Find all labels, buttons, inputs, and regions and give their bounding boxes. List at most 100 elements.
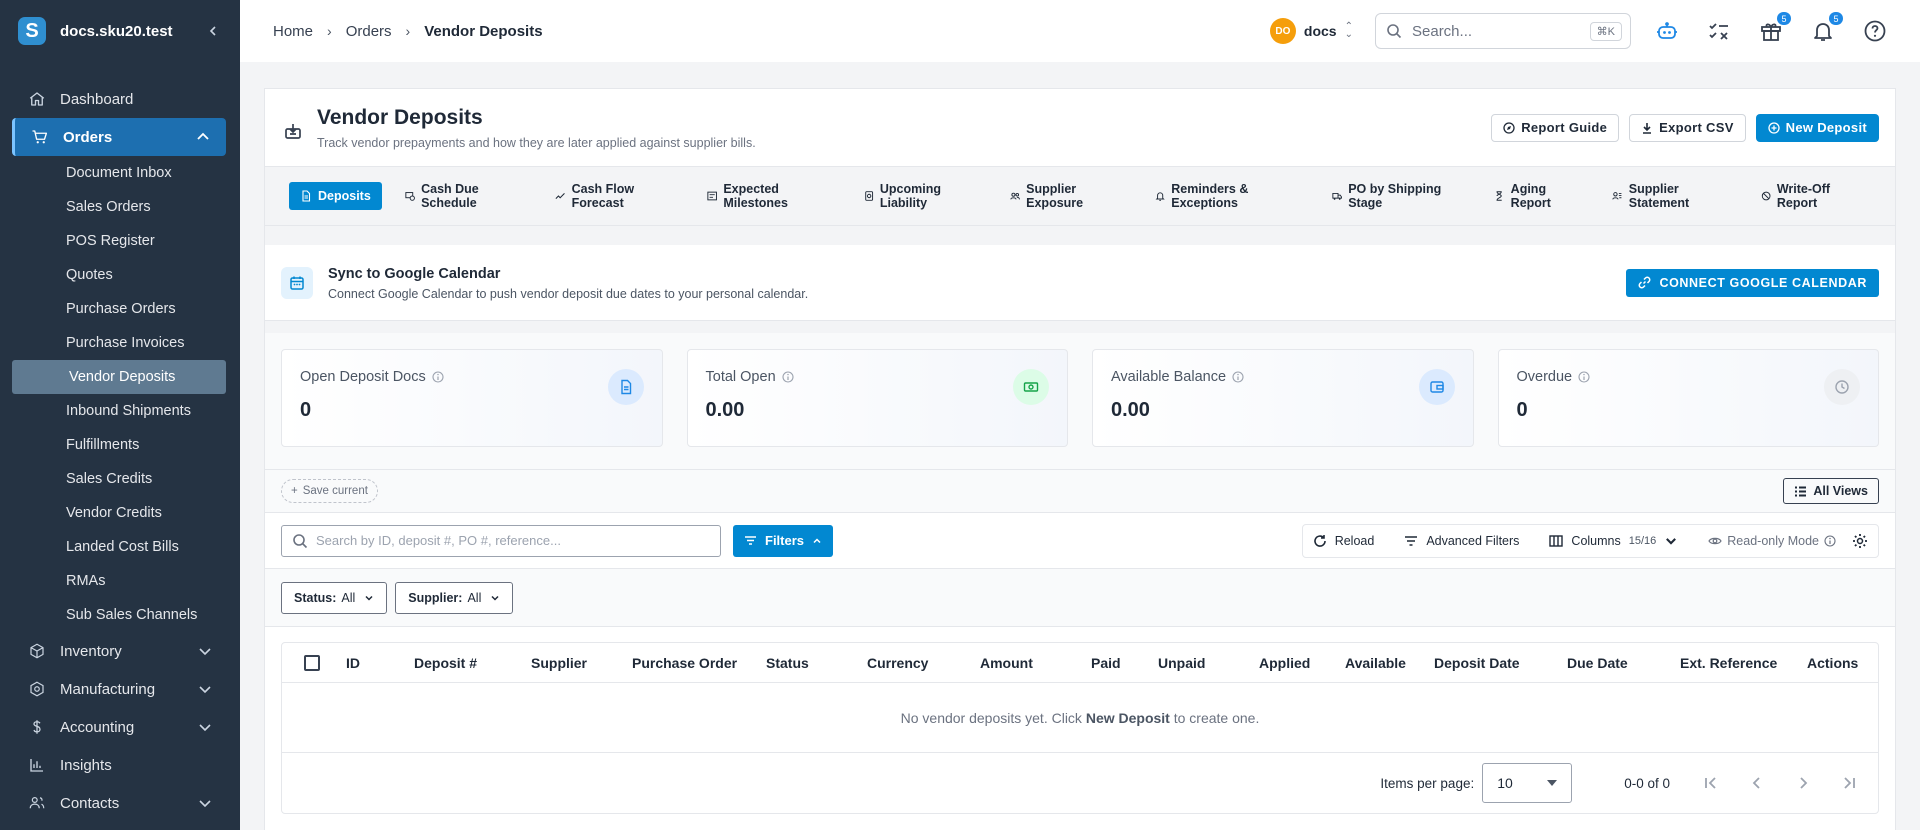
tab-aging-report[interactable]: Aging Report bbox=[1483, 182, 1589, 210]
bell-icon[interactable]: 5 bbox=[1811, 12, 1843, 43]
breadcrumb-home[interactable]: Home bbox=[273, 23, 313, 40]
select-all-checkbox[interactable] bbox=[304, 654, 320, 671]
tab-write-off-report[interactable]: Write-Off Report bbox=[1750, 182, 1871, 210]
empty-new-deposit-link[interactable]: New Deposit bbox=[1086, 710, 1170, 726]
sidebar-item-sales-credits[interactable]: Sales Credits bbox=[0, 462, 240, 496]
tab-supplier-statement[interactable]: Supplier Statement bbox=[1601, 182, 1737, 210]
info-icon[interactable] bbox=[1578, 371, 1590, 383]
col-applied[interactable]: Applied bbox=[1255, 655, 1341, 671]
columns-icon bbox=[1549, 534, 1564, 547]
milestone-list-icon bbox=[707, 191, 717, 201]
connect-google-calendar-button[interactable]: CONNECT GOOGLE CALENDAR bbox=[1626, 268, 1879, 297]
tab-expected-milestones[interactable]: Expected Milestones bbox=[696, 182, 841, 210]
tab-upcoming-liability[interactable]: Upcoming Liability bbox=[853, 182, 987, 210]
info-icon[interactable] bbox=[782, 371, 794, 383]
sidebar-item-document-inbox[interactable]: Document Inbox bbox=[0, 156, 240, 190]
sidebar-item-landed-cost-bills[interactable]: Landed Cost Bills bbox=[0, 530, 240, 564]
col-status[interactable]: Status bbox=[762, 655, 863, 671]
save-current-view-button[interactable]: + Save current bbox=[281, 479, 378, 503]
sidebar-item-sales-orders[interactable]: Sales Orders bbox=[0, 190, 240, 224]
org-switcher[interactable]: DO docs ⌃ ⌄ bbox=[1269, 18, 1353, 44]
read-only-mode-toggle[interactable]: Read-only Mode bbox=[1708, 534, 1836, 548]
filter-icon bbox=[1405, 535, 1418, 546]
col-amount[interactable]: Amount bbox=[976, 655, 1087, 671]
sidebar-item-contacts[interactable]: Contacts bbox=[0, 784, 240, 822]
table-settings-button[interactable] bbox=[1852, 533, 1868, 549]
last-page-icon[interactable] bbox=[1840, 774, 1858, 792]
sidebar-item-quotes[interactable]: Quotes bbox=[0, 258, 240, 292]
col-id[interactable]: ID bbox=[342, 655, 410, 671]
sidebar-item-accounting[interactable]: Accounting bbox=[0, 708, 240, 746]
first-page-icon[interactable] bbox=[1702, 774, 1720, 792]
gift-icon[interactable]: 5 bbox=[1759, 12, 1791, 43]
deposit-search-input[interactable]: Search by ID, deposit #, PO #, reference… bbox=[281, 524, 721, 557]
status-filter[interactable]: Status: All bbox=[281, 581, 388, 614]
info-icon[interactable] bbox=[1824, 534, 1836, 547]
compass-icon bbox=[1503, 121, 1515, 134]
col-supplier[interactable]: Supplier bbox=[527, 655, 628, 671]
truck-icon bbox=[1332, 192, 1342, 200]
report-guide-button[interactable]: Report Guide bbox=[1491, 113, 1620, 142]
sidebar-item-vendor-deposits[interactable]: Vendor Deposits bbox=[12, 360, 226, 394]
sidebar-item-purchase-orders[interactable]: Purchase Orders bbox=[0, 292, 240, 326]
col-unpaid[interactable]: Unpaid bbox=[1154, 655, 1255, 671]
info-icon[interactable] bbox=[432, 371, 444, 383]
col-deposit-number[interactable]: Deposit # bbox=[410, 655, 527, 671]
tab-deposits[interactable]: Deposits bbox=[289, 182, 382, 210]
tab-cash-due-schedule[interactable]: Cash Due Schedule bbox=[394, 182, 533, 210]
sidebar-item-dashboard[interactable]: Dashboard bbox=[0, 80, 240, 118]
filters-button[interactable]: Filters bbox=[733, 524, 834, 557]
col-currency[interactable]: Currency bbox=[863, 655, 976, 671]
sidebar-item-pos-register[interactable]: POS Register bbox=[0, 224, 240, 258]
empty-state: No vendor deposits yet. Click New Deposi… bbox=[282, 683, 1878, 753]
collapse-sidebar-icon[interactable] bbox=[204, 22, 222, 40]
supplier-filter-label: Supplier: bbox=[408, 590, 463, 605]
col-deposit-date[interactable]: Deposit Date bbox=[1430, 655, 1563, 671]
bell-icon bbox=[1155, 192, 1165, 201]
advanced-filters-button[interactable]: Advanced Filters bbox=[1404, 534, 1519, 548]
sidebar-item-insights[interactable]: Insights bbox=[0, 746, 240, 784]
all-views-button[interactable]: All Views bbox=[1783, 478, 1879, 504]
next-page-icon[interactable] bbox=[1794, 774, 1812, 792]
unfold-icon: ⌃ ⌄ bbox=[1344, 21, 1353, 40]
col-available[interactable]: Available bbox=[1341, 655, 1430, 671]
dollar-icon bbox=[33, 720, 41, 734]
col-purchase-order[interactable]: Purchase Order bbox=[628, 655, 762, 671]
tab-po-by-shipping-stage[interactable]: PO by Shipping Stage bbox=[1321, 182, 1472, 210]
sidebar-item-manufacturing[interactable]: Manufacturing bbox=[0, 670, 240, 708]
kpi-label: Open Deposit Docs bbox=[300, 369, 426, 385]
export-csv-button[interactable]: Export CSV bbox=[1629, 113, 1746, 142]
app-logo[interactable]: S bbox=[18, 17, 46, 45]
reload-button[interactable]: Reload bbox=[1313, 534, 1374, 548]
sidebar-item-sub-sales-channels[interactable]: Sub Sales Channels bbox=[0, 598, 240, 632]
breadcrumb-orders[interactable]: Orders bbox=[346, 23, 392, 40]
tab-cash-flow-forecast[interactable]: Cash Flow Forecast bbox=[544, 182, 684, 210]
supplier-filter[interactable]: Supplier: All bbox=[395, 581, 514, 614]
columns-button[interactable]: Columns 15/16 bbox=[1549, 534, 1678, 548]
items-per-page-select[interactable]: 10 bbox=[1482, 763, 1573, 803]
checklist-icon[interactable] bbox=[1707, 19, 1731, 43]
help-icon[interactable] bbox=[1863, 19, 1887, 43]
sidebar-item-label: Accounting bbox=[60, 718, 135, 736]
spacer bbox=[265, 226, 1895, 245]
global-search-input[interactable]: Search... ⌘K bbox=[1375, 13, 1631, 49]
sidebar-item-inbound-shipments[interactable]: Inbound Shipments bbox=[0, 394, 240, 428]
col-ext-reference[interactable]: Ext. Reference bbox=[1676, 655, 1803, 671]
previous-page-icon[interactable] bbox=[1748, 774, 1766, 792]
tab-supplier-exposure[interactable]: Supplier Exposure bbox=[999, 182, 1132, 210]
cash-icon bbox=[1013, 369, 1049, 405]
tab-reminders-exceptions[interactable]: Reminders & Exceptions bbox=[1144, 182, 1309, 210]
sidebar-item-purchase-invoices[interactable]: Purchase Invoices bbox=[0, 326, 240, 360]
sidebar-item-fulfillments[interactable]: Fulfillments bbox=[0, 428, 240, 462]
sidebar-item-rmas[interactable]: RMAs bbox=[0, 564, 240, 598]
robot-icon[interactable] bbox=[1655, 19, 1679, 43]
sidebar-item-inventory[interactable]: Inventory bbox=[0, 632, 240, 670]
info-icon[interactable] bbox=[1232, 371, 1244, 383]
new-deposit-button[interactable]: New Deposit bbox=[1755, 113, 1879, 142]
col-due-date[interactable]: Due Date bbox=[1563, 655, 1676, 671]
tab-label: Reminders & Exceptions bbox=[1171, 182, 1249, 210]
sidebar-item-vendor-credits[interactable]: Vendor Credits bbox=[0, 496, 240, 530]
col-paid[interactable]: Paid bbox=[1087, 655, 1154, 671]
breadcrumb-separator-icon: › bbox=[405, 23, 411, 39]
sidebar-item-orders[interactable]: Orders bbox=[12, 118, 226, 156]
